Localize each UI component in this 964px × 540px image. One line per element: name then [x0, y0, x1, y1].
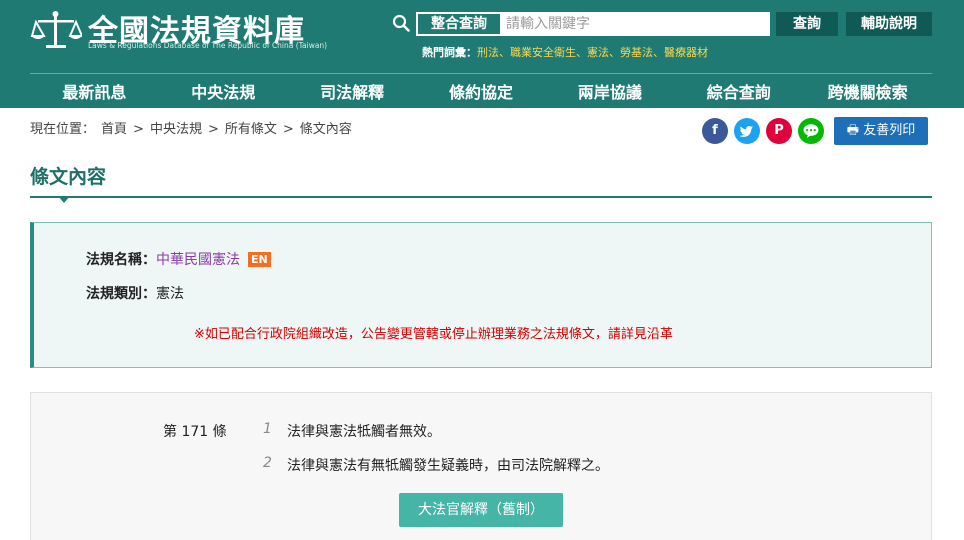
title-divider-notch: [58, 196, 70, 203]
breadcrumb-current: 條文內容: [299, 122, 352, 137]
hot-keyword-link[interactable]: 勞基法: [620, 46, 653, 59]
breadcrumb: 現在位置： 首頁 > 中央法規 > 所有條文 > 條文內容: [30, 118, 358, 137]
hot-keyword-link[interactable]: 醫療器材: [664, 46, 708, 59]
keyword-separator: 、: [609, 46, 620, 59]
law-info-panel: 法規名稱：中華民國憲法 EN 法規類別：憲法 ※如已配合行政院組織改造，公告變更管…: [30, 222, 932, 368]
twitter-icon: [739, 126, 753, 137]
site-subtitle: Laws & Regulations Database of The Repub…: [88, 41, 328, 50]
search-icon: [392, 14, 410, 32]
line-share-button[interactable]: •••: [798, 118, 824, 144]
facebook-icon: f: [712, 123, 718, 138]
nav-item-cross-agency-search[interactable]: 跨機關檢索: [803, 80, 932, 106]
scales-of-justice-icon: [30, 11, 82, 48]
title-divider: [30, 196, 932, 198]
hot-keyword-link[interactable]: 憲法: [587, 46, 609, 59]
law-category-row: 法規類別：憲法: [86, 283, 184, 303]
law-category-value: 憲法: [156, 286, 184, 302]
article-number: 第 171 條: [163, 424, 227, 440]
breadcrumb-central-laws[interactable]: 中央法規: [150, 122, 202, 137]
page-title: 條文內容: [30, 166, 107, 188]
law-name-label: 法規名稱：: [86, 252, 156, 268]
nav-item-cross-strait[interactable]: 兩岸協議: [545, 80, 674, 106]
paragraph-number: 2: [263, 455, 272, 471]
breadcrumb-all-articles[interactable]: 所有條文: [225, 122, 277, 137]
paragraph-text: 法律與憲法牴觸者無效。: [287, 424, 441, 440]
site-logo[interactable]: 全國法規資料庫 Laws & Regulations Database of T…: [30, 8, 327, 54]
plurk-icon: P: [774, 123, 784, 138]
svg-text:•••: •••: [805, 128, 817, 135]
print-button-label: 友善列印: [863, 123, 916, 138]
keyword-separator: 、: [499, 46, 510, 59]
law-name-row: 法規名稱：中華民國憲法 EN: [86, 249, 271, 269]
nav-item-comprehensive-search[interactable]: 綜合查詢: [674, 80, 803, 106]
hot-keywords: 熱門詞彙：刑法、職業安全衛生、憲法、勞基法、醫療器材: [422, 44, 708, 60]
law-category-label: 法規類別：: [86, 286, 156, 302]
nav-item-judicial-interpretations[interactable]: 司法解釋: [288, 80, 417, 106]
justice-interpretation-button[interactable]: 大法官解釋（舊制）: [399, 493, 563, 527]
facebook-share-button[interactable]: f: [702, 118, 728, 144]
print-button[interactable]: 🖶 友善列印: [834, 117, 928, 145]
breadcrumb-home[interactable]: 首頁: [101, 122, 127, 137]
law-name-link[interactable]: 中華民國憲法: [156, 252, 240, 268]
search-scope-select[interactable]: 整合查詢: [418, 14, 500, 34]
breadcrumb-prefix: 現在位置：: [30, 122, 96, 137]
nav-item-treaties[interactable]: 條約協定: [417, 80, 546, 106]
keyword-separator: 、: [653, 46, 664, 59]
breadcrumb-separator: >: [133, 122, 144, 137]
main-nav: 最新訊息 中央法規 司法解釋 條約協定 兩岸協議 綜合查詢 跨機關檢索: [30, 80, 932, 106]
plurk-share-button[interactable]: P: [766, 118, 792, 144]
keyword-separator: 、: [576, 46, 587, 59]
article-panel: 第 171 條 1 法律與憲法牴觸者無效。 2 法律與憲法有無牴觸發生疑義時，由…: [30, 392, 932, 540]
nav-divider: [30, 73, 932, 74]
paragraph-number: 1: [263, 421, 272, 437]
breadcrumb-separator: >: [207, 122, 219, 137]
twitter-share-button[interactable]: [734, 118, 760, 144]
help-button[interactable]: 輔助說明: [846, 12, 932, 36]
hot-keywords-label: 熱門詞彙：: [422, 46, 477, 59]
nav-item-central-laws[interactable]: 中央法規: [159, 80, 288, 106]
line-icon: •••: [803, 124, 819, 138]
english-version-badge[interactable]: EN: [248, 252, 271, 267]
query-button[interactable]: 查詢: [776, 12, 838, 36]
reorganization-notice[interactable]: ※如已配合行政院組織改造，公告變更管轄或停止辦理業務之法規條文，請詳見沿革: [194, 323, 673, 342]
search-input[interactable]: [506, 13, 766, 35]
hot-keyword-link[interactable]: 職業安全衛生: [510, 46, 576, 59]
breadcrumb-separator: >: [282, 122, 294, 137]
site-header: 全國法規資料庫 Laws & Regulations Database of T…: [0, 0, 964, 108]
hot-keyword-link[interactable]: 刑法: [477, 46, 499, 59]
paragraph-text: 法律與憲法有無牴觸發生疑義時，由司法院解釋之。: [287, 458, 609, 474]
printer-icon: 🖶: [846, 123, 860, 138]
nav-item-news[interactable]: 最新訊息: [30, 80, 159, 106]
